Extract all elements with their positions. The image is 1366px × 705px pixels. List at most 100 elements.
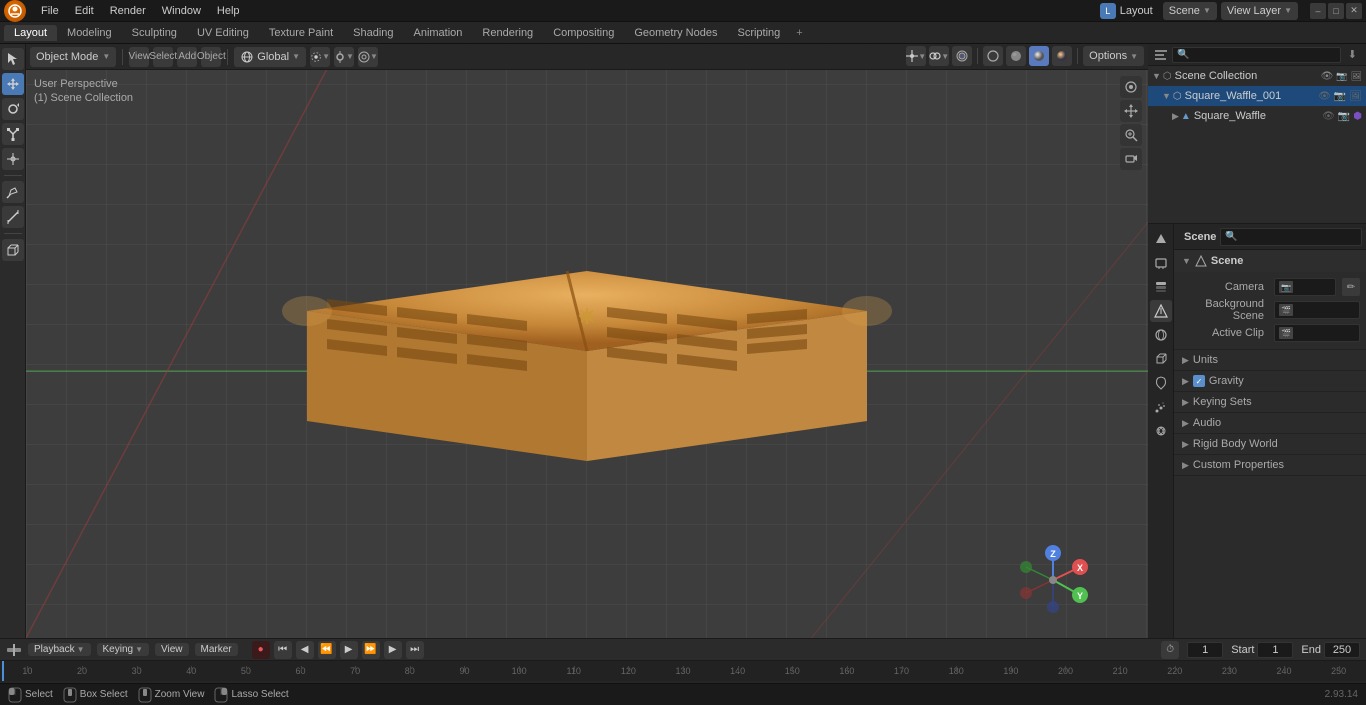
scene-collection-row[interactable]: ▼ ⬡ Scene Collection 👁 📷 🖼 xyxy=(1148,66,1366,86)
mesh-render-btn[interactable]: ⬢ xyxy=(1353,111,1362,122)
keying-btn[interactable]: Keying ▼ xyxy=(97,643,150,656)
step-back-btn[interactable]: ◀ xyxy=(296,641,314,659)
jump-end-btn[interactable]: ⏭ xyxy=(406,641,424,659)
mesh-eye-btn[interactable]: 👁 xyxy=(1322,111,1335,122)
view-layer-props-btn[interactable] xyxy=(1150,276,1172,298)
object-menu-btn[interactable]: Object xyxy=(201,47,221,67)
current-frame-input[interactable]: 1 xyxy=(1187,642,1223,658)
waffle-object[interactable] xyxy=(247,131,927,491)
audio-section-header[interactable]: ▶ Audio xyxy=(1174,413,1366,433)
tab-modeling[interactable]: Modeling xyxy=(57,25,122,41)
menu-file[interactable]: File xyxy=(34,3,66,19)
background-scene-field[interactable]: 🎬 xyxy=(1274,301,1360,319)
window-minimize[interactable]: – xyxy=(1310,3,1326,19)
navigation-gizmo[interactable]: X Y Z xyxy=(1018,545,1088,618)
units-section-header[interactable]: ▶ Units xyxy=(1174,350,1366,370)
active-clip-field[interactable]: 🎬 xyxy=(1274,324,1360,342)
gravity-checkbox[interactable]: ✓ xyxy=(1193,375,1205,387)
menu-help[interactable]: Help xyxy=(210,3,247,19)
camera-edit-btn[interactable]: ✏ xyxy=(1342,278,1360,296)
tool-move[interactable] xyxy=(2,73,24,95)
outliner-row-waffle-mesh[interactable]: ▶ ▲ Square_Waffle 👁 📷 ⬢ xyxy=(1148,106,1366,126)
snap-btn[interactable]: ▼ xyxy=(334,47,354,67)
world-props-btn[interactable] xyxy=(1150,324,1172,346)
view-menu-btn[interactable]: View xyxy=(129,47,149,67)
scene-selector[interactable]: Scene ▼ xyxy=(1163,2,1217,20)
tab-compositing[interactable]: Compositing xyxy=(543,25,624,41)
jump-back-btn[interactable]: ⏪ xyxy=(318,641,336,659)
window-close[interactable]: ✕ xyxy=(1346,3,1362,19)
wireframe-btn[interactable] xyxy=(983,46,1003,66)
material-preview-btn[interactable] xyxy=(1029,46,1049,66)
physics-props-btn[interactable] xyxy=(1150,420,1172,442)
viewport[interactable]: Object Mode ▼ View Select Add Object xyxy=(26,44,1148,638)
overlays-btn[interactable]: ▼ xyxy=(929,46,949,66)
add-menu-btn[interactable]: Add xyxy=(177,47,197,67)
timeline-ruler[interactable]: 10 20 30 40 50 60 70 80 90 100 110 120 1… xyxy=(0,661,1366,681)
transform-orientation-dropdown[interactable]: Global ▼ xyxy=(234,47,306,67)
object-mode-dropdown[interactable]: Object Mode ▼ xyxy=(30,47,116,67)
mesh-camera-btn[interactable]: 📷 xyxy=(1338,111,1350,122)
view-layer-selector[interactable]: View Layer ▼ xyxy=(1221,2,1298,20)
outliner-row-waffle-collection[interactable]: ▼ ⬡ Square_Waffle_001 👁 📷 🖼 xyxy=(1148,86,1366,106)
frame-rate-icon[interactable]: ⏱ xyxy=(1161,641,1179,659)
jump-start-btn[interactable]: ⏮ xyxy=(274,641,292,659)
options-btn[interactable]: Options ▼ xyxy=(1083,46,1144,66)
tab-geometry-nodes[interactable]: Geometry Nodes xyxy=(624,25,727,41)
select-menu-btn[interactable]: Select xyxy=(153,47,173,67)
tool-transform[interactable] xyxy=(2,148,24,170)
tool-rotate[interactable] xyxy=(2,98,24,120)
playback-btn[interactable]: Playback ▼ xyxy=(28,643,91,656)
tool-scale[interactable] xyxy=(2,123,24,145)
tab-scripting[interactable]: Scripting xyxy=(727,25,790,41)
tool-annotate[interactable] xyxy=(2,181,24,203)
tab-layout[interactable]: Layout xyxy=(4,25,57,41)
scene-section-header[interactable]: ▼ Scene xyxy=(1174,250,1366,272)
tab-shading[interactable]: Shading xyxy=(343,25,403,41)
menu-edit[interactable]: Edit xyxy=(68,3,101,19)
frame-start-input[interactable]: 1 xyxy=(1257,642,1293,658)
outliner-filter-btn[interactable]: ⬇ xyxy=(1345,47,1360,62)
particles-props-btn[interactable] xyxy=(1150,396,1172,418)
tab-uv-editing[interactable]: UV Editing xyxy=(187,25,259,41)
menu-render[interactable]: Render xyxy=(103,3,153,19)
gravity-section-header[interactable]: ▶ ✓ Gravity xyxy=(1174,371,1366,391)
collection-camera-btn[interactable]: 📷 xyxy=(1336,71,1347,82)
collection-eye-btn[interactable]: 👁 xyxy=(1321,71,1334,82)
modifier-props-btn[interactable] xyxy=(1150,372,1172,394)
keying-sets-header[interactable]: ▶ Keying Sets xyxy=(1174,392,1366,412)
pan-btn[interactable] xyxy=(1120,100,1142,122)
outliner-scroll[interactable]: ▼ ⬡ Scene Collection 👁 📷 🖼 ▼ ⬡ Square_Wa… xyxy=(1148,66,1366,224)
gizmo-toggle-btn[interactable]: ▼ xyxy=(906,46,926,66)
add-workspace-tab[interactable]: + xyxy=(790,25,808,41)
pivot-point-btn[interactable]: ▼ xyxy=(310,47,330,67)
waffle-render-btn[interactable]: 🖼 xyxy=(1349,91,1362,102)
rendered-btn[interactable] xyxy=(1052,46,1072,66)
properties-search[interactable] xyxy=(1220,228,1362,246)
scene-props-btn[interactable] xyxy=(1150,300,1172,322)
collection-render-btn[interactable]: 🖼 xyxy=(1351,71,1362,82)
outliner-search-input[interactable] xyxy=(1172,47,1341,63)
proportional-edit-btn[interactable]: ▼ xyxy=(358,47,378,67)
record-btn[interactable]: ● xyxy=(252,641,270,659)
ruler-area[interactable]: 10 20 30 40 50 60 70 80 90 100 110 120 1… xyxy=(0,661,1366,681)
step-forward-btn[interactable]: ▶ xyxy=(384,641,402,659)
play-btn[interactable]: ▶ xyxy=(340,641,358,659)
render-props-btn[interactable] xyxy=(1150,228,1172,250)
object-props-btn[interactable] xyxy=(1150,348,1172,370)
xray-btn[interactable] xyxy=(952,46,972,66)
window-maximize[interactable]: □ xyxy=(1328,3,1344,19)
tool-cursor[interactable] xyxy=(2,48,24,70)
output-props-btn[interactable] xyxy=(1150,252,1172,274)
tool-add[interactable] xyxy=(2,239,24,261)
tab-animation[interactable]: Animation xyxy=(404,25,473,41)
camera-value-field[interactable]: 📷 xyxy=(1274,278,1336,296)
tab-rendering[interactable]: Rendering xyxy=(472,25,543,41)
waffle-eye-btn[interactable]: 👁 xyxy=(1318,91,1331,102)
menu-window[interactable]: Window xyxy=(155,3,208,19)
jump-forward-btn[interactable]: ⏩ xyxy=(362,641,380,659)
tab-sculpting[interactable]: Sculpting xyxy=(122,25,187,41)
custom-props-header[interactable]: ▶ Custom Properties xyxy=(1174,455,1366,475)
orbit-btn[interactable] xyxy=(1120,76,1142,98)
rigid-body-header[interactable]: ▶ Rigid Body World xyxy=(1174,434,1366,454)
